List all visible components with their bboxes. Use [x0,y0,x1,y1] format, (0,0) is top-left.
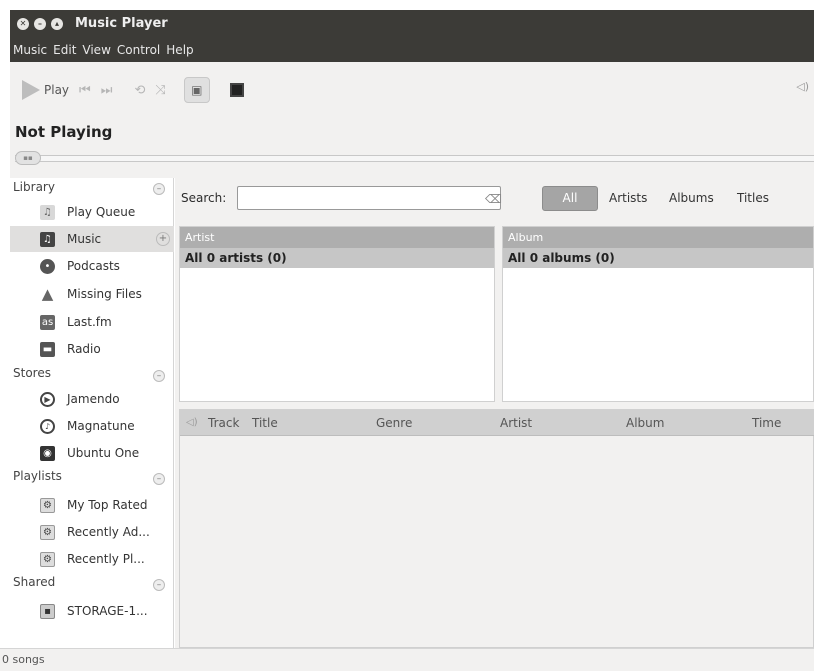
column-genre[interactable]: Genre [376,416,412,430]
column-title[interactable]: Title [252,416,278,430]
warning-icon: ▲ [41,285,54,303]
sidebar-item-missing-files[interactable]: ▲ Missing Files [10,281,174,307]
column-track[interactable]: Track [208,416,239,430]
sidebar-item-magnatune[interactable]: ♪ Magnatune [10,413,174,439]
column-album[interactable]: Album [626,416,664,430]
menu-control[interactable]: Control [114,43,163,57]
sidebar-item-recently-added[interactable]: ⚙ Recently Ad... [10,519,174,545]
artist-row-all[interactable]: All 0 artists (0) [180,248,494,268]
sidebar-item-label: Play Queue [67,205,136,219]
next-icon[interactable]: ⏭ [101,83,113,98]
filter-all-button[interactable]: All [542,186,598,211]
visualization-button[interactable] [229,83,244,97]
filter-artists-button[interactable]: Artists [609,191,647,205]
repeat-icon[interactable]: ⟲ [134,83,145,98]
column-artist[interactable]: Artist [500,416,532,430]
sidebar-item-play-queue[interactable]: ♫ Play Queue [10,199,174,225]
minimize-window-icon[interactable]: – [34,17,46,30]
smart-playlist-icon: ⚙ [40,551,55,567]
previous-icon[interactable]: ⏮ [79,83,91,98]
lastfm-icon: as [40,314,55,330]
sidebar-item-label: Recently Ad... [67,525,150,539]
section-playlists: Playlists [13,469,62,483]
playing-column-icon: ◁) [186,417,198,428]
track-list-header: ◁) Track Title Genre Artist Album Time [180,410,814,436]
now-playing: Not Playing [15,123,113,141]
search-label: Search: [181,191,227,205]
play-icon [22,80,40,100]
magnatune-icon: ♪ [40,418,55,434]
shuffle-icon[interactable]: ⤨ [155,83,165,98]
status-bar: 0 songs [0,648,814,671]
sidebar-item-label: Last.fm [67,315,112,329]
playlist-icon: ♫ [40,204,55,220]
seek-handle[interactable]: ▪▪ [15,151,41,165]
stores-collapse-icon[interactable]: – [153,370,165,382]
sidebar-item-label: Podcasts [67,259,120,273]
music-note-icon: ♫ [40,231,55,247]
volume-icon[interactable]: ◁) [796,80,809,93]
sidebar-item-label: My Top Rated [67,498,148,512]
sidebar-item-label: Missing Files [67,287,142,301]
add-icon[interactable]: + [156,232,170,246]
ubuntu-one-icon: ◉ [40,445,55,461]
album-column-header[interactable]: Album [503,227,813,248]
sidebar-item-podcasts[interactable]: • Podcasts [10,253,174,279]
sidebar-item-label: Radio [67,342,101,356]
window-title: Music Player [75,16,168,31]
radio-icon: ▬ [40,341,55,357]
filter-titles-button[interactable]: Titles [737,191,769,205]
artist-pane: Artist All 0 artists (0) [179,226,495,402]
section-library: Library [13,180,55,194]
section-shared: Shared [13,575,56,589]
seek-slider[interactable]: ▪▪ [15,151,814,165]
library-collapse-icon[interactable]: – [153,183,165,195]
shared-library-icon: ▪ [40,603,55,619]
sidebar-item-ubuntu-one[interactable]: ◉ Ubuntu One [10,440,174,466]
sidebar-item-label: STORAGE-1... [67,604,148,618]
shared-collapse-icon[interactable]: – [153,579,165,591]
menu-music[interactable]: Music [10,43,50,57]
sidebar: Library – ♫ Play Queue ♫ Music + • Podca… [10,178,174,648]
main-panel: Search: ⌫ All Artists Albums Titles Arti… [175,178,814,648]
album-row-all[interactable]: All 0 albums (0) [503,248,813,268]
sidebar-item-label: Magnatune [67,419,135,433]
sidebar-item-top-rated[interactable]: ⚙ My Top Rated [10,492,174,518]
lock-icon: ▣ [191,83,203,97]
sidebar-item-label: Music [67,232,102,246]
sidebar-item-label: Jamendo [67,392,120,406]
menu-view[interactable]: View [79,43,113,57]
play-button[interactable]: Play [22,80,69,100]
menu-bar: Music Edit View Control Help [10,37,814,62]
maximize-window-icon[interactable]: ▴ [51,17,63,30]
playlists-collapse-icon[interactable]: – [153,473,165,485]
artist-column-header[interactable]: Artist [180,227,494,248]
song-count: 0 songs [2,653,45,666]
album-pane: Album All 0 albums (0) [502,226,814,402]
podcast-icon: • [40,258,55,274]
section-stores: Stores [13,366,51,380]
close-window-icon[interactable]: ✕ [17,17,29,30]
sidebar-item-label: Ubuntu One [67,446,140,460]
sidebar-item-recently-played[interactable]: ⚙ Recently Pl... [10,546,174,572]
column-time[interactable]: Time [752,416,781,430]
search-input[interactable] [237,186,501,210]
filter-albums-button[interactable]: Albums [669,191,714,205]
sidebar-item-radio[interactable]: ▬ Radio [10,336,174,362]
sidebar-item-storage[interactable]: ▪ STORAGE-1... [10,598,174,624]
smart-playlist-icon: ⚙ [40,497,55,513]
play-label: Play [44,83,70,97]
track-list: ◁) Track Title Genre Artist Album Time [179,409,814,648]
sidebar-item-jamendo[interactable]: ▶ Jamendo [10,386,174,412]
smart-playlist-icon: ⚙ [40,524,55,540]
toolbar: Play ⏮ ⏭ ⟲ ⤨ ▣ ◁) Not Playing ▪▪ [10,62,814,178]
menu-edit[interactable]: Edit [50,43,79,57]
jamendo-icon: ▶ [40,391,55,407]
sidebar-item-music[interactable]: ♫ Music + [10,226,174,252]
sidebar-item-lastfm[interactable]: as Last.fm [10,309,174,335]
sidebar-item-label: Recently Pl... [67,552,145,566]
browse-toggle-button[interactable]: ▣ [183,77,210,103]
title-bar: ✕ – ▴ Music Player [10,10,814,37]
menu-help[interactable]: Help [163,43,196,57]
